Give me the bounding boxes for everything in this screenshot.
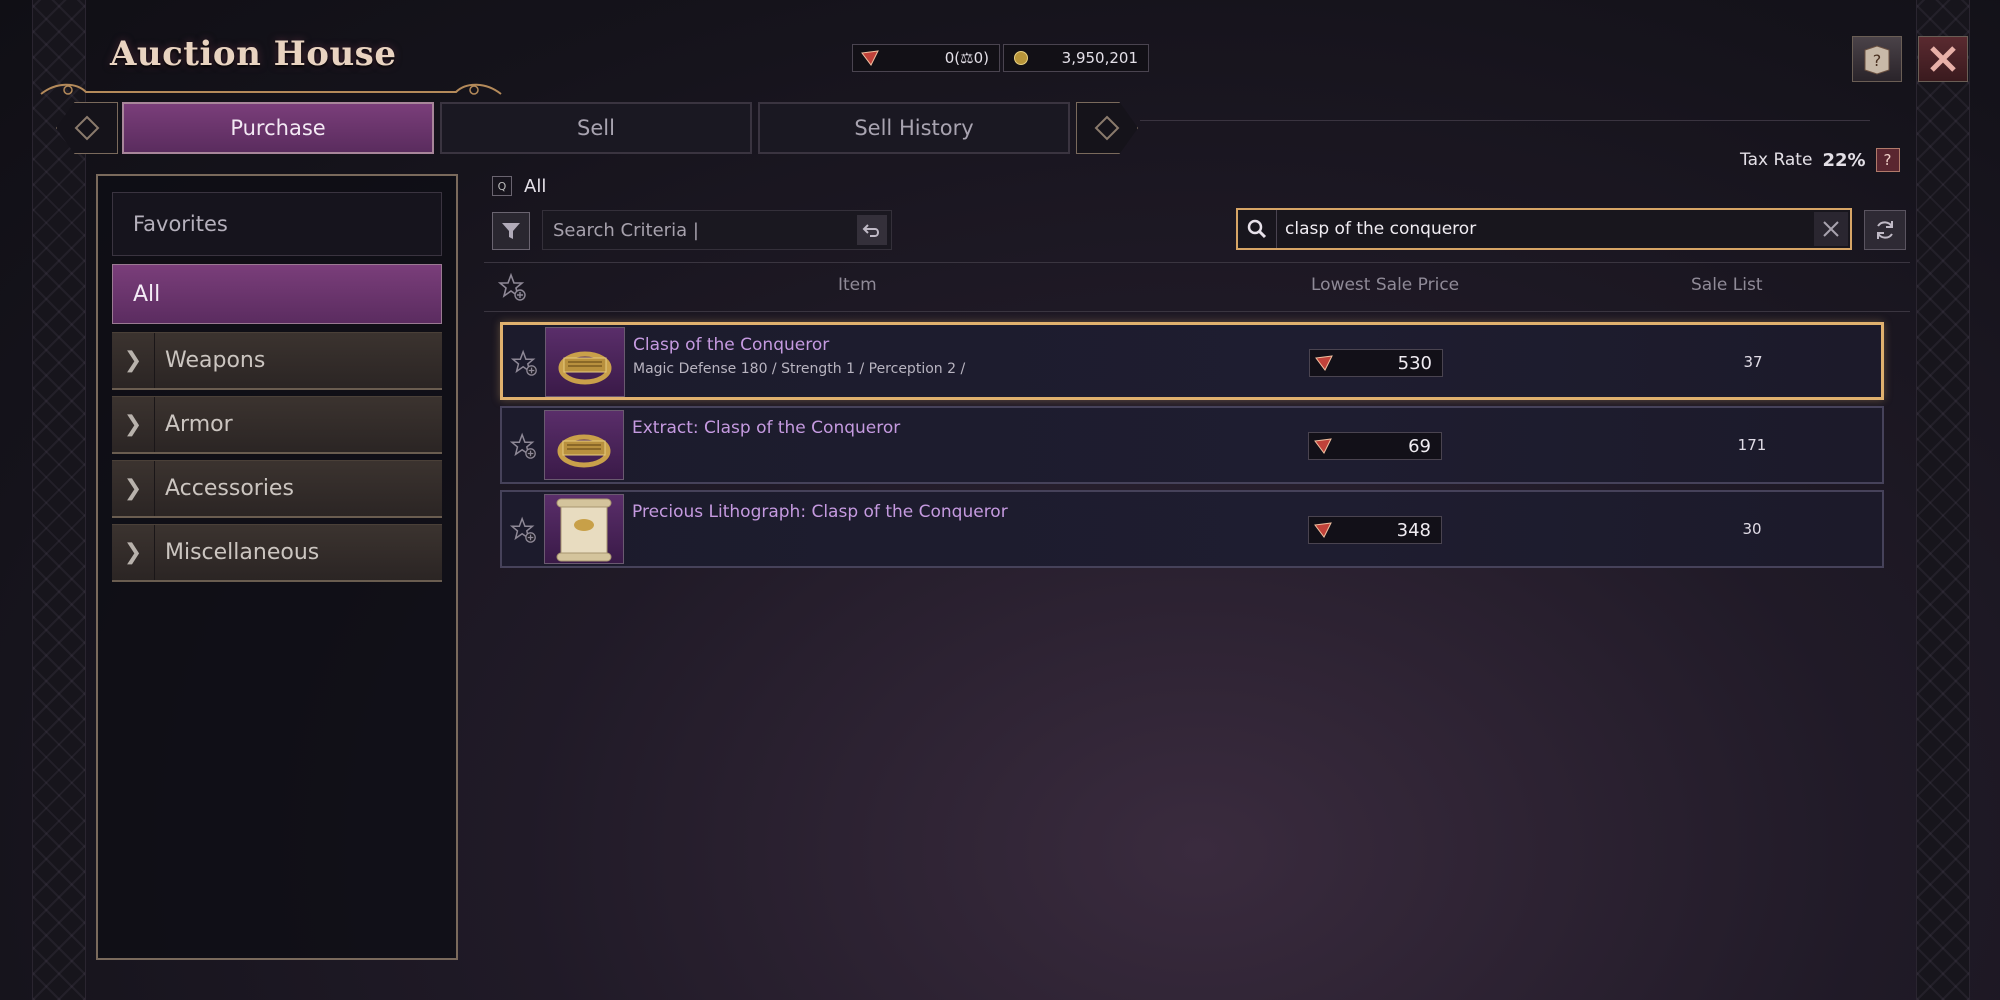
lowest-price-box: 69 — [1308, 432, 1442, 460]
refresh-icon — [1877, 221, 1893, 239]
gold-currency-display: 3,950,201 — [1003, 44, 1149, 72]
gem-currency-value: 0( — [944, 49, 961, 67]
favorite-star-icon[interactable] — [510, 516, 538, 544]
favorite-star-icon[interactable] — [510, 432, 538, 460]
chevron-right-icon: ❯ — [112, 397, 155, 452]
search-input[interactable] — [1277, 218, 1814, 240]
close-icon — [1930, 46, 1956, 72]
lowest-price-value: 530 — [1397, 352, 1432, 374]
tab-sell[interactable]: Sell — [440, 102, 752, 154]
sidebar-item-label: Armor — [165, 412, 233, 437]
diamond-ornament-icon — [74, 115, 100, 141]
reset-criteria-button[interactable] — [857, 215, 887, 245]
gem-currency-icon — [859, 47, 881, 69]
gem-currency-icon — [1309, 438, 1337, 454]
lowest-price-box: 530 — [1309, 349, 1443, 377]
gold-currency-value: 3,950,201 — [1061, 49, 1138, 67]
sidebar-item-all[interactable]: All — [112, 264, 442, 324]
item-stats: Magic Defense 180 / Strength 1 / Percept… — [633, 361, 966, 377]
sale-list-count: 37 — [1743, 353, 1763, 371]
sale-list-count: 30 — [1742, 520, 1762, 538]
tab-sell-history[interactable]: Sell History — [758, 102, 1070, 154]
filter-button[interactable] — [492, 212, 530, 250]
sale-list-count: 171 — [1737, 436, 1767, 454]
bracer-item-icon — [557, 434, 611, 468]
gem-currency-display: 0(⚖0) — [852, 44, 1000, 72]
item-name: Clasp of the Conqueror — [633, 335, 830, 355]
lowest-price-box: 348 — [1308, 516, 1442, 544]
column-header-sale-list: Sale List — [1691, 275, 1763, 295]
tax-rate-label: Tax Rate — [1740, 150, 1813, 170]
favorite-all-star-icon[interactable] — [498, 272, 528, 302]
tab-next-arrow[interactable] — [1076, 102, 1138, 154]
right-frame-border — [1916, 0, 1970, 1000]
results-table-header: Item Lowest Sale Price Sale List — [484, 262, 1910, 312]
search-icon — [1238, 210, 1277, 248]
sidebar-item-miscellaneous[interactable]: ❯ Miscellaneous — [112, 524, 442, 582]
table-row[interactable]: Extract: Clasp of the Conqueror 69 171 — [500, 406, 1884, 484]
gem-currency-icon — [1309, 522, 1337, 538]
clear-search-button[interactable] — [1814, 212, 1848, 246]
item-name: Extract: Clasp of the Conqueror — [632, 418, 901, 438]
scale-icon: ⚖ — [960, 49, 974, 67]
scope-search-icon: Q — [492, 176, 512, 196]
refresh-button[interactable] — [1864, 210, 1906, 250]
help-book-button[interactable]: ? — [1852, 36, 1902, 82]
gem-currency-icon — [1310, 355, 1338, 371]
gem-currency-bound-value: 0) — [973, 49, 989, 67]
help-book-icon: ? — [1864, 45, 1890, 75]
favorite-star-icon[interactable] — [511, 349, 539, 377]
search-criteria-placeholder: Search Criteria | — [553, 219, 699, 241]
search-criteria-field[interactable]: Search Criteria | — [542, 210, 892, 250]
sidebar-item-armor[interactable]: ❯ Armor — [112, 396, 442, 454]
column-header-lowest-price: Lowest Sale Price — [1311, 275, 1460, 295]
chevron-right-icon: ❯ — [112, 525, 155, 580]
svg-text:?: ? — [1873, 51, 1882, 70]
table-row[interactable]: Precious Lithograph: Clasp of the Conque… — [500, 490, 1884, 568]
sidebar-item-label: Accessories — [165, 476, 294, 501]
filter-funnel-icon — [502, 223, 520, 239]
item-thumbnail — [545, 327, 625, 397]
bracer-item-icon — [558, 351, 612, 385]
item-thumbnail — [544, 410, 624, 480]
chevron-right-icon: ❯ — [112, 333, 155, 388]
item-search-bar[interactable] — [1236, 208, 1852, 250]
sidebar-item-favorites[interactable]: Favorites — [112, 192, 442, 256]
tab-purchase[interactable]: Purchase — [122, 102, 434, 154]
lowest-price-value: 348 — [1396, 519, 1431, 541]
title-flourish-ornament — [40, 83, 502, 95]
window-title: Auction House — [110, 34, 397, 74]
chevron-right-icon: ❯ — [112, 461, 155, 516]
sidebar-item-weapons[interactable]: ❯ Weapons — [112, 332, 442, 390]
sidebar-item-accessories[interactable]: ❯ Accessories — [112, 460, 442, 518]
diamond-ornament-icon — [1094, 115, 1120, 141]
search-scope-label: All — [524, 176, 547, 197]
sidebar-item-label: Miscellaneous — [165, 540, 320, 565]
tax-rate-display: Tax Rate 22% ? — [1740, 148, 1900, 172]
clear-x-icon — [1823, 221, 1839, 237]
gold-coin-icon — [1010, 47, 1032, 69]
scroll-item-icon — [556, 498, 612, 562]
tax-help-button[interactable]: ? — [1875, 148, 1900, 172]
column-header-item: Item — [838, 275, 877, 295]
item-name: Precious Lithograph: Clasp of the Conque… — [632, 502, 1008, 522]
close-button[interactable] — [1918, 36, 1968, 82]
sidebar-item-label: Weapons — [165, 348, 266, 373]
item-thumbnail — [544, 494, 624, 564]
undo-icon — [862, 224, 879, 237]
table-row[interactable]: Clasp of the Conqueror Magic Defense 180… — [500, 322, 1884, 400]
tax-rate-value: 22% — [1822, 149, 1866, 171]
lowest-price-value: 69 — [1408, 435, 1431, 457]
tab-divider-line — [1140, 120, 1870, 121]
